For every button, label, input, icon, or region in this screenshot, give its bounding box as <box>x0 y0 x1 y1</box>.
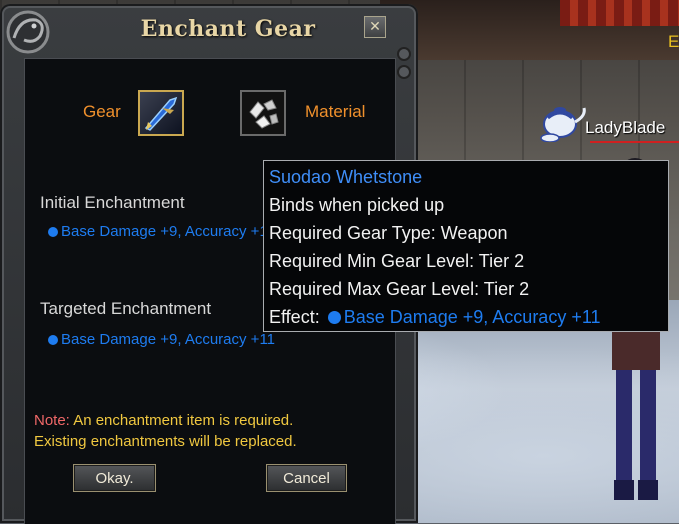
tooltip-bind-line: Binds when picked up <box>269 195 445 215</box>
enchant-note: Note: An enchantment item is required. E… <box>34 410 394 452</box>
bullet-dot-icon <box>327 311 341 324</box>
frame-knob-icon <box>397 47 411 79</box>
character-health-bar <box>590 141 679 143</box>
targeted-enchantment-effect: Base Damage +9, Accuracy +11 <box>48 331 275 348</box>
initial-enchantment-effect: Base Damage +9, Accuracy +11 <box>48 223 269 240</box>
tooltip-gear-type-line: Required Gear Type: Weapon <box>269 223 508 243</box>
blade-weapon-icon <box>144 96 178 131</box>
whetstone-icon <box>249 99 279 129</box>
gear-slot[interactable] <box>138 90 184 136</box>
teapot-prop <box>540 107 586 142</box>
targeted-enchantment-label: Targeted Enchantment <box>40 299 212 318</box>
note-line-2: Existing enchantments will be replaced. <box>34 433 297 450</box>
tooltip-min-level-line: Required Min Gear Level: Tier 2 <box>269 251 525 271</box>
tooltip-effect-value: Base Damage +9, Accuracy +11 <box>343 307 601 327</box>
material-slot-label: Material <box>305 102 366 121</box>
tooltip-max-level-line: Required Max Gear Level: Tier 2 <box>269 279 530 299</box>
character-nameplate: LadyBlade <box>585 118 666 137</box>
red-banner <box>560 0 679 26</box>
item-tooltip: Suodao Whetstone Binds when picked up Re… <box>263 160 669 332</box>
gear-slot-label: Gear <box>83 102 121 121</box>
tooltip-item-name: Suodao Whetstone <box>269 167 423 187</box>
note-prefix: Note: <box>34 412 70 429</box>
tooltip-effect-label: Effect: <box>269 307 320 327</box>
offscreen-label: E <box>668 32 679 51</box>
bullet-dot-icon <box>48 335 58 345</box>
dragon-ornament-icon <box>6 10 50 54</box>
material-slot[interactable] <box>240 90 286 136</box>
note-line-1: An enchantment item is required. <box>69 412 294 429</box>
okay-button[interactable]: Okay. <box>73 464 156 492</box>
tooltip-effect-line: Effect: Base Damage +9, Accuracy +11 <box>269 307 601 328</box>
bullet-dot-icon <box>48 227 58 237</box>
dialog-title: Enchant Gear <box>140 16 316 42</box>
dialog-titlebar[interactable]: Enchant Gear ✕ <box>0 4 418 79</box>
cancel-button[interactable]: Cancel <box>266 464 347 492</box>
initial-enchantment-label: Initial Enchantment <box>40 193 185 212</box>
close-button[interactable]: ✕ <box>364 16 386 38</box>
